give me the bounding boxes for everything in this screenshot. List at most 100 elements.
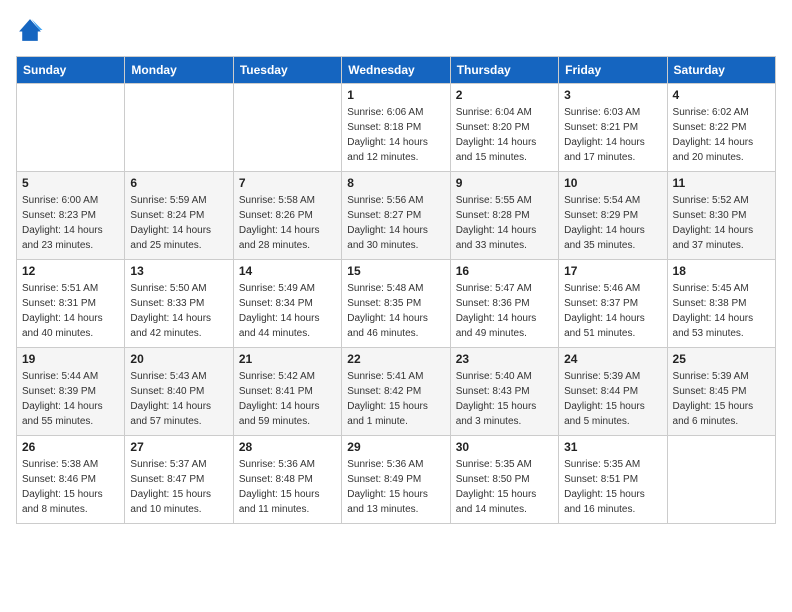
calendar-table: SundayMondayTuesdayWednesdayThursdayFrid…: [16, 56, 776, 524]
day-number: 10: [564, 176, 661, 190]
day-info: Sunrise: 5:48 AM Sunset: 8:35 PM Dayligh…: [347, 281, 444, 341]
day-number: 4: [673, 88, 770, 102]
day-info: Sunrise: 6:00 AM Sunset: 8:23 PM Dayligh…: [22, 193, 119, 253]
day-info: Sunrise: 5:49 AM Sunset: 8:34 PM Dayligh…: [239, 281, 336, 341]
day-number: 16: [456, 264, 553, 278]
calendar-cell: 11Sunrise: 5:52 AM Sunset: 8:30 PM Dayli…: [667, 172, 775, 260]
day-number: 27: [130, 440, 227, 454]
day-number: 14: [239, 264, 336, 278]
day-number: 3: [564, 88, 661, 102]
page-header: [16, 16, 776, 44]
calendar-cell: 10 Sunrise: 5:54 AM Sunset: 8:29 PM Dayli…: [559, 172, 667, 260]
calendar-cell: 7 Sunrise: 5:58 AM Sunset: 8:26 PM Daylig…: [233, 172, 341, 260]
calendar-cell: 14 Sunrise: 5:49 AM Sunset: 8:34 PM Dayli…: [233, 260, 341, 348]
day-number: 17: [564, 264, 661, 278]
day-number: 6: [130, 176, 227, 190]
calendar-cell: 9Sunrise: 5:55 AM Sunset: 8:28 PM Daylig…: [450, 172, 558, 260]
week-row-5: 26 Sunrise: 5:38 AM Sunset: 8:46 PM Dayli…: [17, 436, 776, 524]
week-row-3: 12Sunrise: 5:51 AM Sunset: 8:31 PM Dayli…: [17, 260, 776, 348]
day-info: Sunrise: 5:38 AM Sunset: 8:46 PM Dayligh…: [22, 457, 119, 517]
calendar-cell: 30 Sunrise: 5:35 AM Sunset: 8:50 PM Dayli…: [450, 436, 558, 524]
day-number: 24: [564, 352, 661, 366]
calendar-cell: 8Sunrise: 5:56 AM Sunset: 8:27 PM Daylig…: [342, 172, 450, 260]
day-number: 11: [673, 176, 770, 190]
day-number: 25: [673, 352, 770, 366]
day-info: Sunrise: 5:46 AM Sunset: 8:37 PM Dayligh…: [564, 281, 661, 341]
calendar-cell: 25 Sunrise: 5:39 AM Sunset: 8:45 PM Dayli…: [667, 348, 775, 436]
calendar-cell: 27 Sunrise: 5:37 AM Sunset: 8:47 PM Dayli…: [125, 436, 233, 524]
weekday-header-thursday: Thursday: [450, 57, 558, 84]
day-info: Sunrise: 5:39 AM Sunset: 8:45 PM Dayligh…: [673, 369, 770, 429]
day-number: 26: [22, 440, 119, 454]
day-info: Sunrise: 5:36 AM Sunset: 8:48 PM Dayligh…: [239, 457, 336, 517]
day-number: 18: [673, 264, 770, 278]
weekday-header-wednesday: Wednesday: [342, 57, 450, 84]
calendar-cell: 12Sunrise: 5:51 AM Sunset: 8:31 PM Dayli…: [17, 260, 125, 348]
day-info: Sunrise: 5:44 AM Sunset: 8:39 PM Dayligh…: [22, 369, 119, 429]
day-number: 5: [22, 176, 119, 190]
weekday-header-monday: Monday: [125, 57, 233, 84]
day-info: Sunrise: 5:42 AM Sunset: 8:41 PM Dayligh…: [239, 369, 336, 429]
day-number: 28: [239, 440, 336, 454]
day-number: 20: [130, 352, 227, 366]
calendar-cell: 18 Sunrise: 5:45 AM Sunset: 8:38 PM Dayli…: [667, 260, 775, 348]
calendar-cell: [233, 84, 341, 172]
week-row-1: 1 Sunrise: 6:06 AM Sunset: 8:18 PM Daylig…: [17, 84, 776, 172]
week-row-2: 5 Sunrise: 6:00 AM Sunset: 8:23 PM Daylig…: [17, 172, 776, 260]
day-info: Sunrise: 5:36 AM Sunset: 8:49 PM Dayligh…: [347, 457, 444, 517]
day-info: Sunrise: 5:35 AM Sunset: 8:51 PM Dayligh…: [564, 457, 661, 517]
day-info: Sunrise: 5:58 AM Sunset: 8:26 PM Dayligh…: [239, 193, 336, 253]
calendar-cell: 31 Sunrise: 5:35 AM Sunset: 8:51 PM Dayli…: [559, 436, 667, 524]
day-number: 15: [347, 264, 444, 278]
calendar-cell: 13 Sunrise: 5:50 AM Sunset: 8:33 PM Dayli…: [125, 260, 233, 348]
day-number: 21: [239, 352, 336, 366]
day-info: Sunrise: 5:37 AM Sunset: 8:47 PM Dayligh…: [130, 457, 227, 517]
calendar-cell: 4 Sunrise: 6:02 AM Sunset: 8:22 PM Daylig…: [667, 84, 775, 172]
day-number: 9: [456, 176, 553, 190]
day-info: Sunrise: 6:02 AM Sunset: 8:22 PM Dayligh…: [673, 105, 770, 165]
day-info: Sunrise: 5:56 AM Sunset: 8:27 PM Dayligh…: [347, 193, 444, 253]
day-info: Sunrise: 5:43 AM Sunset: 8:40 PM Dayligh…: [130, 369, 227, 429]
day-info: Sunrise: 5:45 AM Sunset: 8:38 PM Dayligh…: [673, 281, 770, 341]
day-number: 22: [347, 352, 444, 366]
logo-icon: [16, 16, 44, 44]
day-info: Sunrise: 6:04 AM Sunset: 8:20 PM Dayligh…: [456, 105, 553, 165]
day-number: 13: [130, 264, 227, 278]
day-info: Sunrise: 5:51 AM Sunset: 8:31 PM Dayligh…: [22, 281, 119, 341]
calendar-cell: 21 Sunrise: 5:42 AM Sunset: 8:41 PM Dayli…: [233, 348, 341, 436]
calendar-cell: 28 Sunrise: 5:36 AM Sunset: 8:48 PM Dayli…: [233, 436, 341, 524]
day-info: Sunrise: 5:59 AM Sunset: 8:24 PM Dayligh…: [130, 193, 227, 253]
day-number: 29: [347, 440, 444, 454]
day-number: 30: [456, 440, 553, 454]
calendar-cell: 24 Sunrise: 5:39 AM Sunset: 8:44 PM Dayli…: [559, 348, 667, 436]
day-number: 1: [347, 88, 444, 102]
day-info: Sunrise: 5:47 AM Sunset: 8:36 PM Dayligh…: [456, 281, 553, 341]
weekday-header-friday: Friday: [559, 57, 667, 84]
calendar-cell: [667, 436, 775, 524]
day-number: 2: [456, 88, 553, 102]
logo: [16, 16, 48, 44]
day-info: Sunrise: 6:06 AM Sunset: 8:18 PM Dayligh…: [347, 105, 444, 165]
calendar-cell: 15 Sunrise: 5:48 AM Sunset: 8:35 PM Dayli…: [342, 260, 450, 348]
day-info: Sunrise: 5:54 AM Sunset: 8:29 PM Dayligh…: [564, 193, 661, 253]
day-number: 19: [22, 352, 119, 366]
calendar-cell: 5 Sunrise: 6:00 AM Sunset: 8:23 PM Daylig…: [17, 172, 125, 260]
weekday-header-saturday: Saturday: [667, 57, 775, 84]
day-info: Sunrise: 5:41 AM Sunset: 8:42 PM Dayligh…: [347, 369, 444, 429]
day-number: 7: [239, 176, 336, 190]
day-info: Sunrise: 5:50 AM Sunset: 8:33 PM Dayligh…: [130, 281, 227, 341]
week-row-4: 19 Sunrise: 5:44 AM Sunset: 8:39 PM Dayli…: [17, 348, 776, 436]
calendar-cell: 29 Sunrise: 5:36 AM Sunset: 8:49 PM Dayli…: [342, 436, 450, 524]
weekday-header-sunday: Sunday: [17, 57, 125, 84]
day-number: 31: [564, 440, 661, 454]
calendar-cell: 22 Sunrise: 5:41 AM Sunset: 8:42 PM Dayli…: [342, 348, 450, 436]
calendar-cell: 23Sunrise: 5:40 AM Sunset: 8:43 PM Dayli…: [450, 348, 558, 436]
day-info: Sunrise: 5:40 AM Sunset: 8:43 PM Dayligh…: [456, 369, 553, 429]
weekday-header-row: SundayMondayTuesdayWednesdayThursdayFrid…: [17, 57, 776, 84]
weekday-header-tuesday: Tuesday: [233, 57, 341, 84]
calendar-cell: [17, 84, 125, 172]
calendar-cell: 17 Sunrise: 5:46 AM Sunset: 8:37 PM Dayli…: [559, 260, 667, 348]
day-info: Sunrise: 5:39 AM Sunset: 8:44 PM Dayligh…: [564, 369, 661, 429]
calendar-cell: [125, 84, 233, 172]
day-info: Sunrise: 5:35 AM Sunset: 8:50 PM Dayligh…: [456, 457, 553, 517]
